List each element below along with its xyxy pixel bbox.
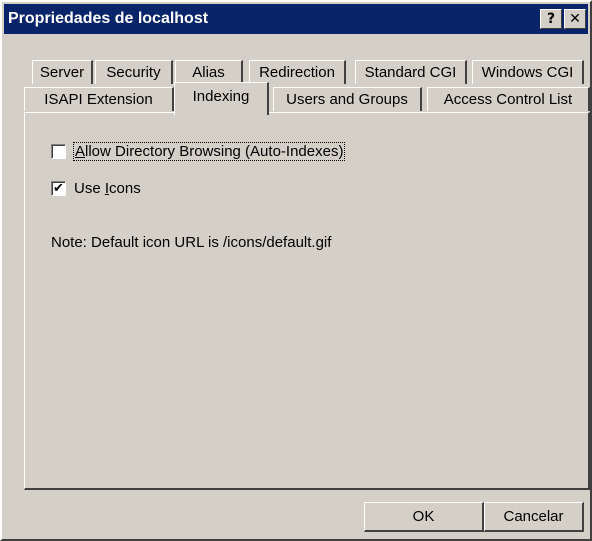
accelerator-key: A [75,143,86,160]
close-icon: ✕ [569,11,581,27]
tab-label: Windows CGI [481,64,574,81]
tab-redirection[interactable]: Redirection [249,60,346,84]
tab-access-control-list[interactable]: Access Control List [427,87,590,111]
default-icon-note: Note: Default icon URL is /icons/default… [51,234,332,251]
tab-label: Security [106,64,161,81]
tab-label: Access Control List [443,91,573,108]
button-label: Cancelar [503,508,564,525]
tab-label: ISAPI Extension [44,91,153,108]
button-label: OK [412,508,435,525]
title-bar[interactable]: Propriedades de localhost ? ✕ [4,4,588,34]
tab-users-and-groups[interactable]: Users and Groups [273,87,422,111]
label-text: cons [109,180,141,197]
label-text: Use [74,180,105,197]
use-icons-option[interactable]: ✔ Use Icons [51,180,141,197]
allow-directory-browsing-label[interactable]: Allow Directory Browsing (Auto-Indexes) [72,142,346,161]
allow-directory-browsing-checkbox[interactable] [51,144,66,159]
tab-windows-cgi[interactable]: Windows CGI [472,60,584,84]
question-mark-icon: ? [546,11,556,27]
check-mark-icon: ✔ [53,181,64,196]
use-icons-label[interactable]: Use Icons [74,180,141,197]
ok-button[interactable]: OK [364,502,484,532]
use-icons-checkbox[interactable]: ✔ [51,181,66,196]
tab-label: Standard CGI [364,64,457,81]
help-button[interactable]: ? [540,9,562,29]
window-title: Propriedades de localhost [8,10,209,27]
tab-isapi-extension[interactable]: ISAPI Extension [24,87,174,111]
tab-server[interactable]: Server [32,60,93,84]
tab-security[interactable]: Security [95,60,173,84]
properties-dialog: Propriedades de localhost ? ✕ Server Sec… [0,0,592,541]
tab-label: Redirection [259,64,335,81]
tab-label: Indexing [192,87,250,105]
tab-standard-cgi[interactable]: Standard CGI [355,60,467,84]
allow-directory-browsing-option[interactable]: Allow Directory Browsing (Auto-Indexes) [51,142,346,161]
tab-label: Alias [192,64,225,81]
tab-alias[interactable]: Alias [175,60,243,84]
tab-indexing[interactable]: Indexing [174,82,269,115]
close-button[interactable]: ✕ [564,9,586,29]
tab-label: Server [39,64,85,81]
indexing-panel: Allow Directory Browsing (Auto-Indexes) … [24,112,590,490]
tab-label: Users and Groups [286,91,408,108]
label-text: llow Directory Browsing (Auto-Indexes) [85,143,344,160]
cancel-button[interactable]: Cancelar [484,502,584,532]
